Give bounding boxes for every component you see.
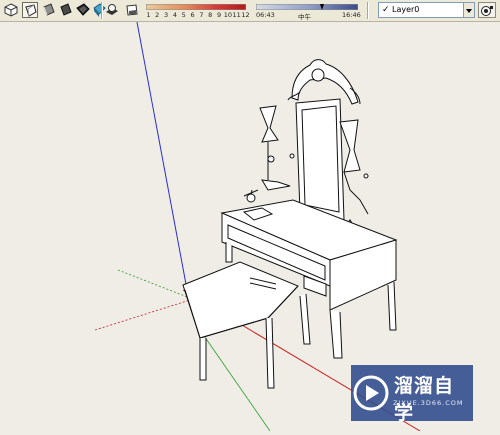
textured-style-icon[interactable] — [58, 2, 74, 18]
ramp-number: 4 — [172, 11, 177, 19]
current-layer-name: Layer0 — [392, 5, 420, 14]
ramp-number: 5 — [181, 11, 186, 19]
watermark-title: 溜溜自学 — [394, 375, 455, 424]
layer-dropdown-button[interactable] — [463, 2, 475, 18]
green-axis-line — [199, 329, 271, 432]
watermark-url: ZIXUE.3D66.COM — [393, 399, 464, 407]
vanity-model — [182, 59, 398, 389]
display-shadows-icon[interactable] — [124, 2, 140, 18]
crest-medallion — [311, 68, 325, 82]
layer-manager-icon[interactable] — [478, 2, 496, 18]
red-axis-dashed — [94, 299, 191, 331]
lamp-base-left — [261, 179, 291, 191]
ramp-number: 8 — [208, 11, 213, 19]
toolbar: 1 2 3 4 5 6 7 8 9 10 11 12 06:43 中午 16:46 ✓ Layer0 — [0, 0, 500, 22]
lamp-shade-left — [259, 105, 279, 143]
ramp-number: 7 — [199, 11, 204, 19]
time-slider-bar[interactable] — [256, 4, 358, 10]
ramp-number: 11 — [232, 11, 241, 19]
xray-style-icon[interactable] — [22, 2, 38, 18]
blue-axis-line — [136, 21, 189, 296]
iso-view-icon[interactable] — [3, 2, 19, 18]
time-start-label: 06:43 — [256, 11, 275, 19]
mirror-crest — [291, 59, 359, 105]
ramp-number: 9 — [216, 11, 222, 19]
shadow-ramp-bar[interactable] — [146, 4, 246, 10]
ramp-number: 3 — [164, 11, 169, 19]
current-layer-check-icon: ✓ — [382, 5, 390, 15]
ramp-number: 6 — [190, 11, 195, 19]
shadow-ramp-numbers: 1 2 3 4 5 6 7 8 9 10 11 12 — [144, 11, 250, 21]
lamp-knob-left — [267, 155, 275, 163]
shaded-style-icon[interactable] — [41, 2, 57, 18]
ramp-number: 10 — [223, 11, 232, 19]
desk-leg-back — [387, 281, 397, 331]
ramp-number: 1 — [146, 11, 151, 19]
time-noon-label: 中午 — [298, 13, 311, 21]
stool-leg-2 — [265, 317, 275, 389]
stool-leg-1 — [199, 338, 207, 381]
shadows-toggle-icon[interactable] — [104, 2, 120, 18]
watermark: 溜溜自学 ZIXUE.3D66.COM — [351, 365, 473, 424]
desk-leg-front — [329, 309, 343, 359]
layer-select[interactable]: ✓ Layer0 — [378, 2, 474, 18]
lamp-shade-right — [339, 119, 361, 173]
time-end-label: 16:46 — [342, 11, 361, 19]
flower-vase — [246, 193, 256, 203]
mirror-glass — [301, 105, 340, 213]
ramp-number: 2 — [155, 11, 160, 19]
monochrome-style-icon[interactable] — [75, 2, 91, 18]
stool-leg-3 — [299, 293, 311, 345]
ramp-number: 12 — [241, 11, 250, 19]
